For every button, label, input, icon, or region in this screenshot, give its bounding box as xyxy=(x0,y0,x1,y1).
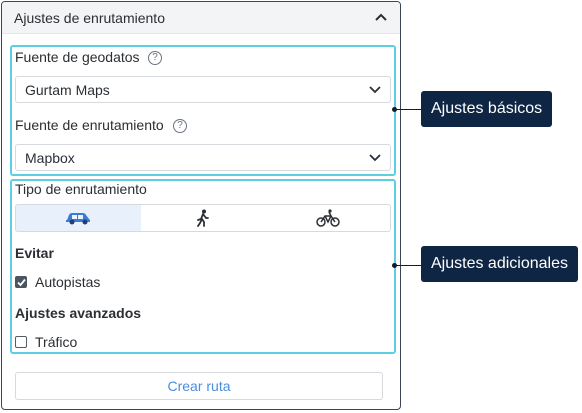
panel-title: Ajustes de enrutamiento xyxy=(14,10,165,26)
create-route-button[interactable]: Crear ruta xyxy=(15,372,383,400)
callout-additional-settings: Ajustes adicionales xyxy=(421,246,578,282)
bicycle-icon xyxy=(315,209,340,227)
routing-source-select[interactable]: Mapbox xyxy=(15,144,391,171)
car-icon xyxy=(66,213,91,225)
additional-connector-line xyxy=(395,265,421,266)
advanced-settings-label: Ajustes avanzados xyxy=(15,305,142,321)
walking-icon xyxy=(197,209,209,227)
chevron-up-icon[interactable] xyxy=(374,12,388,22)
callout-basic-settings: Ajustes básicos xyxy=(421,91,553,127)
geodata-source-value: Gurtam Maps xyxy=(25,82,110,98)
mode-walking-button[interactable] xyxy=(141,205,266,231)
traffic-label: Tráfico xyxy=(35,334,78,350)
panel-header[interactable]: Ajustes de enrutamiento xyxy=(2,2,400,34)
chevron-down-icon xyxy=(369,86,381,94)
question-icon[interactable]: ? xyxy=(173,119,187,133)
geodata-source-label: Fuente de geodatos xyxy=(15,49,140,65)
highways-checkbox[interactable] xyxy=(15,276,27,288)
routing-settings-panel: Ajustes de enrutamiento Fuente de geodat… xyxy=(1,1,401,410)
routing-source-value: Mapbox xyxy=(25,150,75,166)
traffic-checkbox[interactable] xyxy=(15,336,27,348)
geodata-source-select[interactable]: Gurtam Maps xyxy=(15,76,391,103)
question-icon[interactable]: ? xyxy=(148,51,162,65)
mode-bicycle-button[interactable] xyxy=(265,205,390,231)
routing-source-label: Fuente de enrutamiento xyxy=(15,117,164,133)
checkmark-icon xyxy=(17,278,26,287)
highways-label: Autopistas xyxy=(35,274,101,290)
routing-type-selector xyxy=(15,204,391,232)
mode-car-button[interactable] xyxy=(16,205,141,231)
chevron-down-icon xyxy=(369,154,381,162)
routing-type-label: Tipo de enrutamiento xyxy=(15,181,147,197)
basic-connector-line xyxy=(395,109,421,110)
avoid-label: Evitar xyxy=(15,245,54,261)
